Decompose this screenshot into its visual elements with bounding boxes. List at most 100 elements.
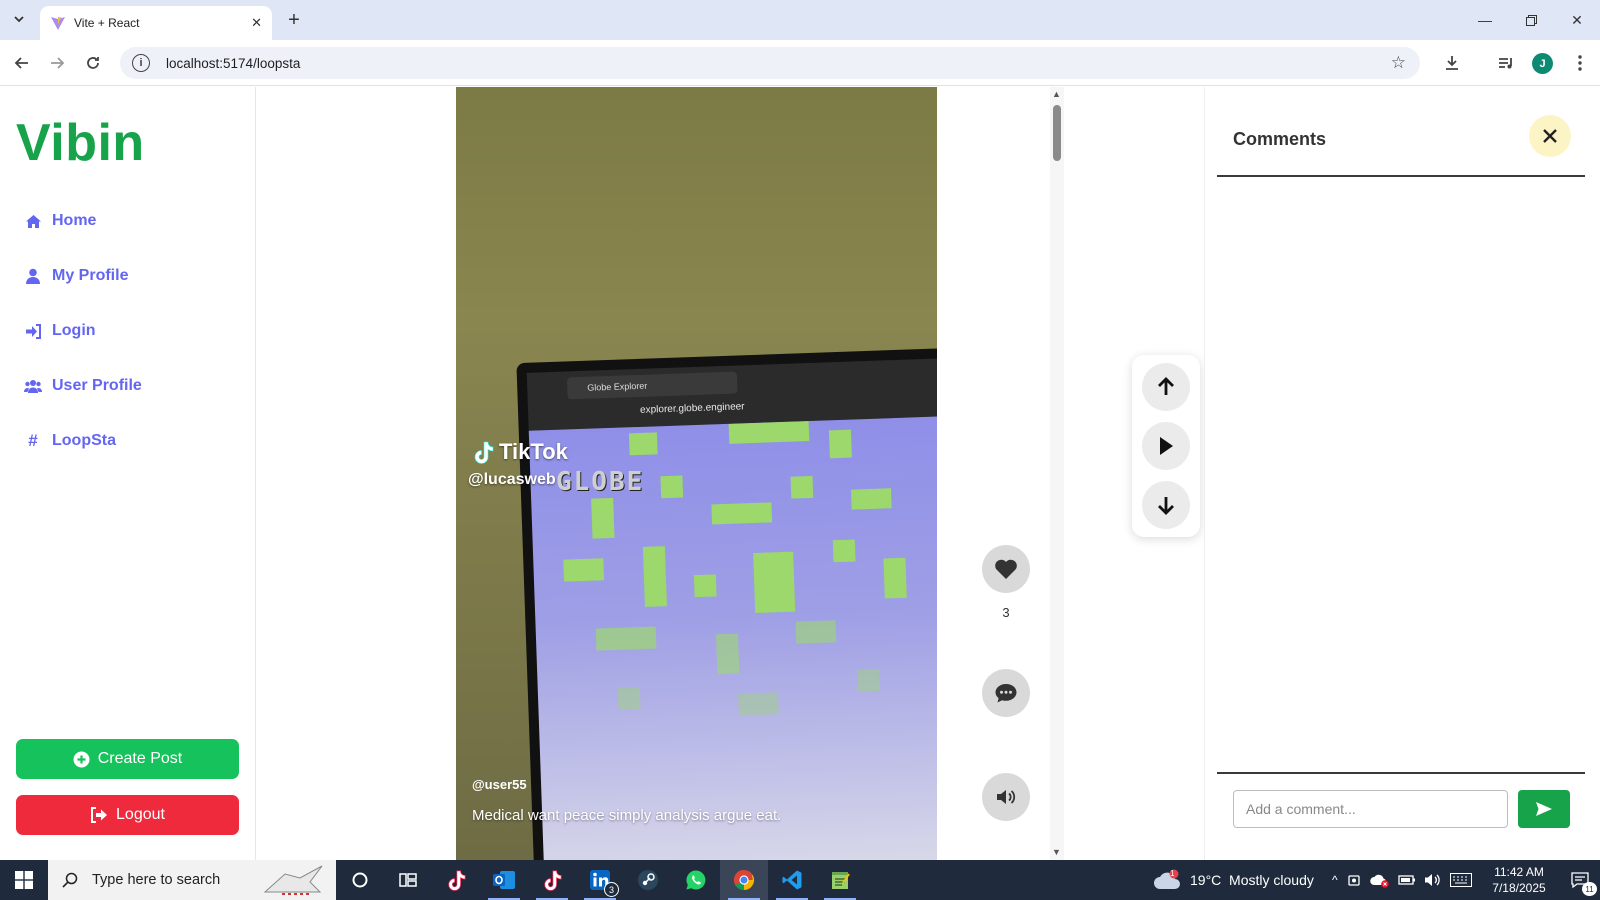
meet-now-icon[interactable]	[1346, 872, 1362, 888]
video-screen-tab: Globe Explorer	[566, 371, 738, 400]
video-monitor-scene: Globe Explorer explorer.globe.engineer	[516, 347, 937, 860]
logout-button[interactable]: Logout	[16, 795, 239, 835]
forward-button[interactable]	[45, 51, 69, 75]
send-comment-button[interactable]	[1518, 790, 1570, 828]
nav-item-home[interactable]: Home	[24, 209, 96, 233]
hashtag-icon: #	[28, 431, 38, 450]
keyboard-icon[interactable]	[1449, 873, 1472, 887]
video-player[interactable]: Globe Explorer explorer.globe.engineer G…	[456, 87, 937, 860]
users-icon	[24, 377, 42, 395]
task-view-button[interactable]	[384, 860, 432, 900]
battery-icon[interactable]	[1397, 873, 1416, 887]
tab-search-button[interactable]	[8, 8, 30, 30]
reload-icon	[87, 57, 99, 69]
bird-decoration-icon	[263, 865, 323, 895]
new-tab-button[interactable]: +	[282, 8, 306, 32]
arrow-right-icon	[51, 57, 65, 69]
nav-item-loopsta[interactable]: # LoopSta	[24, 429, 116, 453]
tiktok-icon	[544, 870, 562, 891]
media-controls-button[interactable]	[1494, 51, 1518, 75]
scroll-thumb[interactable]	[1053, 105, 1061, 161]
volume-icon	[997, 790, 1016, 804]
nav-item-user-profile[interactable]: User Profile	[24, 374, 142, 398]
nav-label: User Profile	[52, 377, 142, 394]
vscode-icon	[782, 870, 802, 890]
browser-menu-button[interactable]	[1568, 51, 1592, 75]
post-username[interactable]: @user55	[472, 777, 527, 792]
weather-widget[interactable]: 1 19°C Mostly cloudy	[1152, 860, 1314, 900]
comments-panel: Comments	[1204, 87, 1600, 860]
whatsapp-icon	[686, 870, 706, 890]
browser-toolbar: i localhost:5174/loopsta ☆	[0, 40, 1600, 86]
browser-tab[interactable]: Vite + React ✕	[40, 6, 272, 40]
home-icon	[24, 212, 42, 230]
bookmark-star-icon[interactable]: ☆	[1391, 53, 1406, 73]
play-button[interactable]	[1142, 422, 1190, 470]
steam-icon	[638, 870, 658, 890]
vite-favicon-icon	[51, 17, 65, 30]
tab-close-icon[interactable]: ✕	[251, 15, 262, 31]
like-button[interactable]	[982, 545, 1030, 593]
sidebar: Vibin Home My Profile Login User Profile…	[0, 87, 256, 860]
feed-area: Globe Explorer explorer.globe.engineer G…	[256, 87, 1204, 860]
tiktok-icon	[474, 441, 494, 464]
next-video-button[interactable]	[1142, 481, 1190, 529]
taskbar-search[interactable]: Type here to search	[48, 860, 336, 900]
vscode-app-button[interactable]	[768, 860, 816, 900]
play-icon	[1160, 437, 1173, 455]
speaker-icon[interactable]	[1424, 872, 1442, 888]
cloud-icon	[1154, 869, 1180, 889]
linkedin-app-button[interactable]: 3	[576, 860, 624, 900]
heart-icon	[995, 559, 1017, 579]
address-bar[interactable]: i localhost:5174/loopsta ☆	[120, 47, 1420, 79]
notepad-app-button[interactable]	[816, 860, 864, 900]
windows-icon	[15, 871, 33, 889]
linkedin-badge: 3	[604, 882, 619, 897]
notepad-icon	[832, 872, 850, 889]
site-info-icon[interactable]: i	[132, 54, 150, 72]
downloads-button[interactable]	[1440, 51, 1464, 75]
create-post-button[interactable]: Create Post	[16, 739, 239, 779]
comment-button[interactable]	[982, 669, 1030, 717]
start-button[interactable]	[0, 860, 48, 900]
notifications-button[interactable]: 11	[1562, 860, 1598, 900]
outlook-icon	[493, 871, 515, 889]
app-logo[interactable]: Vibin	[16, 113, 145, 173]
sign-out-icon	[91, 807, 108, 823]
onedrive-error-icon[interactable]	[1369, 872, 1390, 888]
minimize-button[interactable]: —	[1462, 0, 1508, 40]
close-comments-button[interactable]	[1529, 115, 1571, 157]
cortana-button[interactable]	[336, 860, 384, 900]
close-icon	[1543, 129, 1557, 143]
search-icon	[62, 872, 78, 888]
scroll-up-arrow-icon[interactable]: ▲	[1052, 89, 1061, 99]
previous-video-button[interactable]	[1142, 363, 1190, 411]
chrome-icon	[733, 869, 755, 891]
restore-button[interactable]	[1508, 0, 1554, 40]
playlist-icon	[1499, 58, 1512, 69]
profile-avatar[interactable]: J	[1532, 53, 1553, 74]
outlook-app-button[interactable]	[480, 860, 528, 900]
reload-button[interactable]	[81, 51, 105, 75]
nav-item-my-profile[interactable]: My Profile	[24, 264, 128, 288]
weather-badge: 1	[1170, 869, 1175, 878]
chrome-app-button[interactable]	[720, 860, 768, 900]
close-window-button[interactable]: ✕	[1554, 0, 1600, 40]
chevron-down-icon	[14, 16, 24, 23]
whatsapp-app-button[interactable]	[672, 860, 720, 900]
chevron-up-icon[interactable]: ^	[1332, 873, 1338, 887]
steam-app-button[interactable]	[624, 860, 672, 900]
taskbar-search-placeholder: Type here to search	[92, 872, 221, 888]
back-button[interactable]	[10, 51, 34, 75]
taskbar-clock[interactable]: 11:42 AM 7/18/2025	[1484, 864, 1554, 896]
tiktok-app-button-2[interactable]	[528, 860, 576, 900]
nav-item-login[interactable]: Login	[24, 319, 96, 343]
feed-scrollbar[interactable]: ▲ ▼	[1050, 87, 1064, 860]
volume-button[interactable]	[982, 773, 1030, 821]
circle-icon	[352, 872, 368, 888]
tiktok-app-button[interactable]	[432, 860, 480, 900]
tab-strip: Vite + React ✕ + — ✕	[0, 0, 1600, 40]
comment-input[interactable]	[1233, 790, 1508, 828]
url-text: localhost:5174/loopsta	[166, 55, 301, 71]
scroll-down-arrow-icon[interactable]: ▼	[1052, 847, 1061, 857]
